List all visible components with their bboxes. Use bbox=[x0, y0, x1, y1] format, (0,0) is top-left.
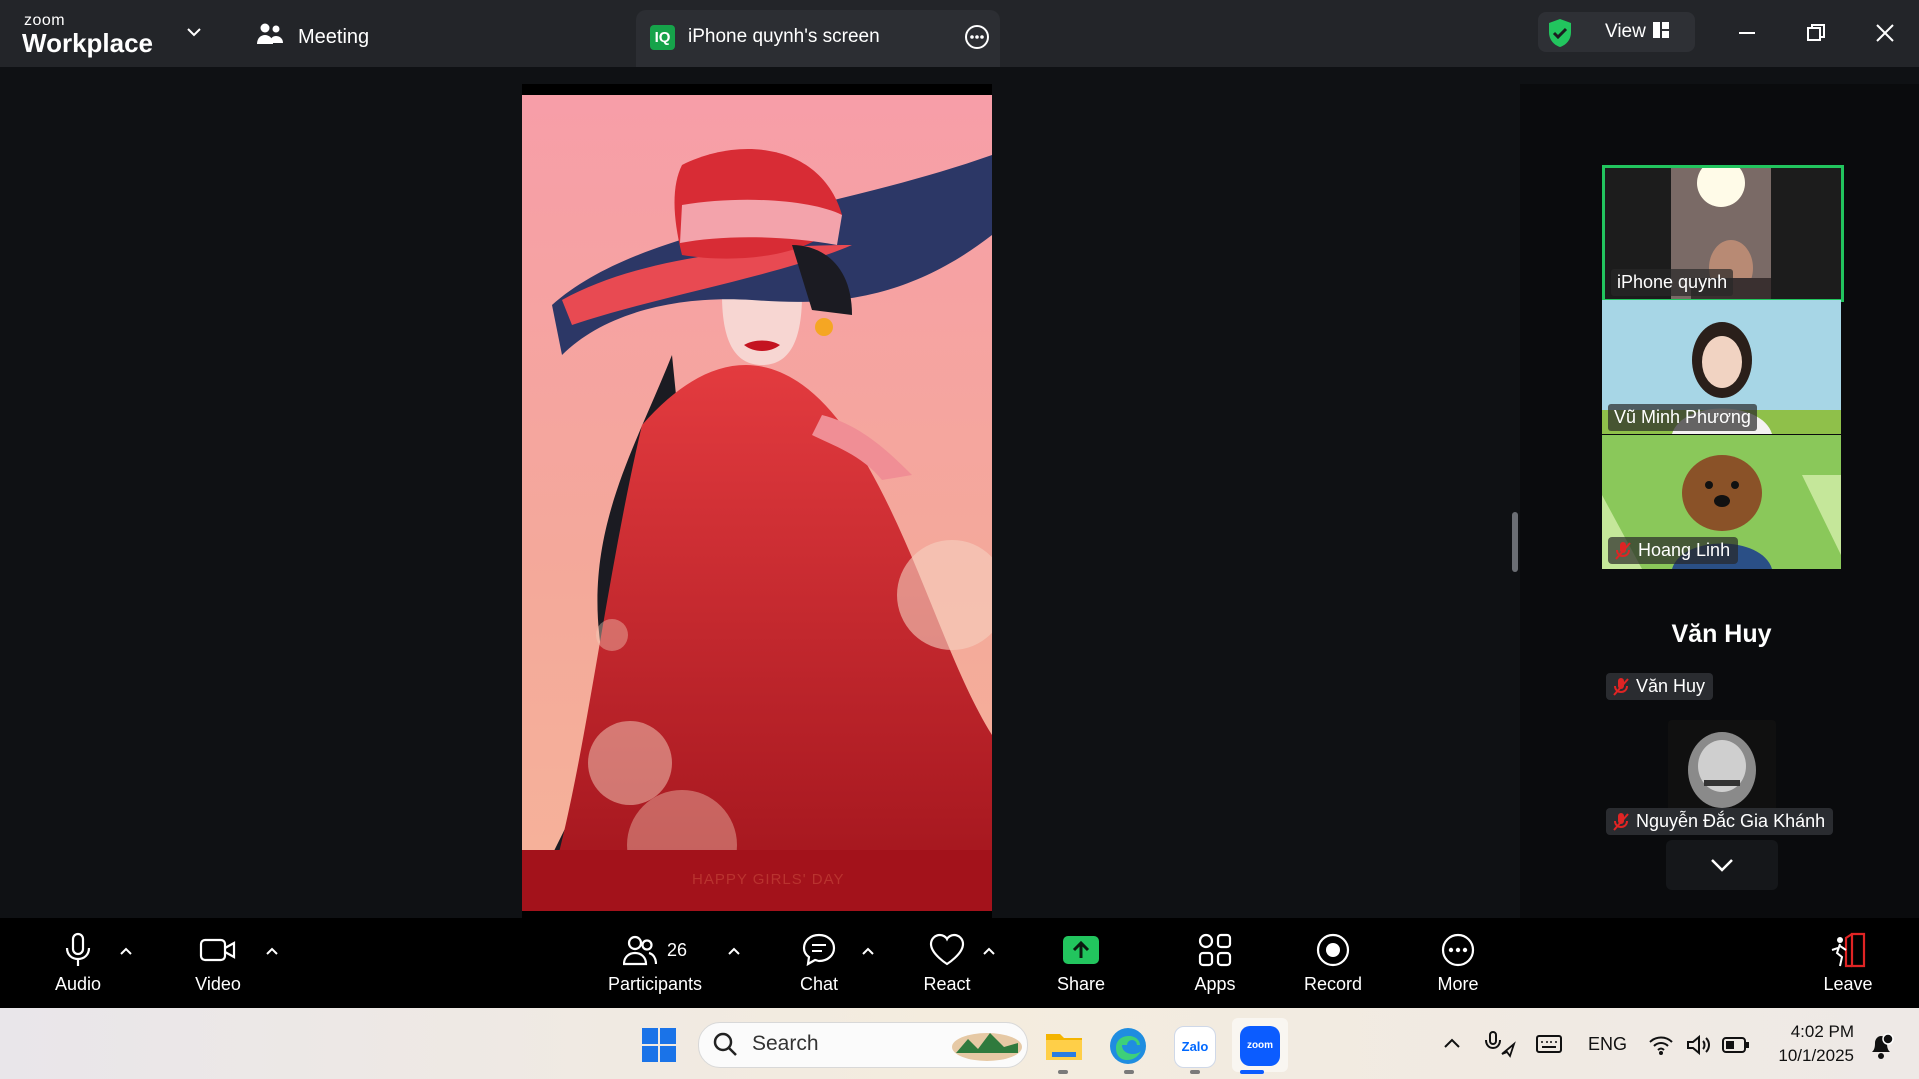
wifi-icon[interactable] bbox=[1648, 1034, 1674, 1061]
chevron-down-icon[interactable] bbox=[184, 22, 204, 42]
volume-icon[interactable] bbox=[1686, 1034, 1714, 1061]
taskbar-clock-time[interactable]: 4:02 PM bbox=[1766, 1022, 1854, 1042]
more-options-icon[interactable] bbox=[964, 24, 990, 55]
meeting-menu-label[interactable]: Meeting bbox=[298, 26, 369, 49]
record-label: Record bbox=[1303, 974, 1363, 994]
chat-bubble-icon bbox=[802, 933, 836, 967]
taskbar-search-label: Search bbox=[752, 1032, 819, 1055]
video-tile-vu-minh-phuong[interactable]: Vũ Minh Phương bbox=[1602, 300, 1841, 434]
zoom-label: zoom bbox=[1246, 1040, 1274, 1051]
leave-button[interactable]: Leave bbox=[1822, 932, 1874, 995]
video-button[interactable]: Video bbox=[188, 932, 248, 995]
share-screen-icon bbox=[1063, 936, 1099, 964]
audio-label: Audio bbox=[54, 974, 102, 994]
search-highlight-image bbox=[950, 1027, 1024, 1068]
scroll-down-button[interactable] bbox=[1666, 840, 1778, 890]
microphone-icon bbox=[65, 932, 91, 966]
participants-options-caret[interactable] bbox=[726, 944, 742, 960]
leave-label: Leave bbox=[1823, 974, 1873, 994]
apps-button[interactable]: Apps bbox=[1190, 932, 1240, 995]
explorer-running-indicator bbox=[1058, 1070, 1068, 1074]
view-grid-icon bbox=[1652, 21, 1670, 44]
chevron-down-icon bbox=[1711, 859, 1733, 872]
tile-name-label: iPhone quynh bbox=[1611, 269, 1734, 296]
participant-chip-label: Văn Huy bbox=[1636, 676, 1706, 696]
poster-caption: HAPPY GIRLS' DAY bbox=[692, 871, 845, 888]
share-initials-badge: IQ bbox=[650, 25, 675, 50]
zalo-running-indicator bbox=[1190, 1070, 1200, 1074]
mic-muted-icon bbox=[1615, 541, 1631, 560]
shared-screen-image bbox=[522, 95, 992, 911]
apps-label: Apps bbox=[1194, 974, 1236, 994]
notification-bell-icon[interactable] bbox=[1868, 1032, 1894, 1065]
apps-icon bbox=[1198, 933, 1232, 967]
edge-running-indicator bbox=[1124, 1070, 1134, 1074]
zalo-app-icon[interactable]: Zalo bbox=[1174, 1026, 1216, 1068]
close-icon[interactable] bbox=[1868, 16, 1902, 50]
zoom-running-indicator bbox=[1240, 1070, 1264, 1074]
participants-label: Participants bbox=[607, 974, 703, 994]
keyboard-icon[interactable] bbox=[1536, 1034, 1562, 1059]
participant-chip-van-huy: Văn Huy bbox=[1606, 673, 1714, 700]
react-options-caret[interactable] bbox=[981, 944, 997, 960]
video-label: Video bbox=[195, 974, 241, 994]
react-button[interactable]: React bbox=[922, 932, 972, 995]
taskbar-clock-date[interactable]: 10/1/2025 bbox=[1766, 1046, 1854, 1066]
video-tile-iphone-quynh[interactable]: iPhone quynh bbox=[1602, 165, 1844, 302]
logo-workplace: Workplace bbox=[22, 28, 154, 58]
leave-door-icon bbox=[1831, 932, 1866, 968]
chat-label: Chat bbox=[799, 974, 839, 994]
chat-options-caret[interactable] bbox=[860, 944, 876, 960]
share-button[interactable]: Share bbox=[1054, 932, 1108, 995]
record-button[interactable]: Record bbox=[1303, 932, 1363, 995]
more-dots-icon bbox=[1441, 933, 1475, 967]
tray-chevron-up-icon[interactable] bbox=[1442, 1034, 1462, 1059]
video-tile-hoang-linh[interactable]: Hoang Linh bbox=[1602, 435, 1841, 569]
tile-name-label: Hoang Linh bbox=[1638, 540, 1731, 560]
share-label: Share bbox=[1056, 974, 1106, 994]
panel-resize-handle[interactable] bbox=[1512, 512, 1518, 572]
no-video-participant-name: Văn Huy bbox=[1671, 620, 1772, 648]
edge-browser-icon[interactable] bbox=[1108, 1026, 1148, 1071]
participants-icon bbox=[622, 935, 657, 966]
file-explorer-icon[interactable] bbox=[1044, 1028, 1084, 1067]
audio-button[interactable]: Audio bbox=[50, 932, 106, 995]
more-button[interactable]: More bbox=[1433, 932, 1483, 995]
share-tab-title: iPhone quynh's screen bbox=[688, 26, 880, 47]
audio-options-caret[interactable] bbox=[118, 944, 134, 960]
react-label: React bbox=[923, 974, 971, 994]
view-label: View bbox=[1605, 21, 1646, 42]
video-camera-icon bbox=[199, 938, 236, 962]
zalo-label: Zalo bbox=[1181, 1039, 1209, 1054]
participants-button[interactable]: 26 Participants bbox=[600, 932, 710, 995]
record-icon bbox=[1316, 933, 1350, 967]
participant-avatar bbox=[1668, 720, 1776, 812]
zoom-app-icon[interactable]: zoom bbox=[1240, 1026, 1280, 1066]
language-indicator[interactable]: ENG bbox=[1588, 1034, 1627, 1055]
minimize-icon[interactable] bbox=[1730, 16, 1764, 50]
restore-icon[interactable] bbox=[1799, 16, 1833, 50]
battery-icon[interactable] bbox=[1722, 1036, 1750, 1059]
video-options-caret[interactable] bbox=[264, 944, 280, 960]
participants-count: 26 bbox=[666, 939, 688, 960]
mic-muted-icon bbox=[1613, 677, 1629, 696]
tile-name-label: Vũ Minh Phương bbox=[1608, 404, 1757, 431]
search-icon bbox=[712, 1031, 738, 1062]
participant-chip-nguyen-dac-gia-khanh: Nguyễn Đắc Gia Khánh bbox=[1606, 808, 1834, 835]
participant-chip-label: Nguyễn Đắc Gia Khánh bbox=[1636, 811, 1826, 831]
meeting-people-icon[interactable] bbox=[256, 22, 286, 53]
mic-muted-icon bbox=[1613, 812, 1629, 831]
tile-name-chip: Hoang Linh bbox=[1608, 537, 1739, 564]
security-shield-icon bbox=[1547, 18, 1573, 53]
windows-start-icon[interactable] bbox=[640, 1026, 678, 1069]
heart-icon bbox=[929, 933, 965, 966]
microphone-location-icon[interactable] bbox=[1484, 1030, 1516, 1063]
more-label: More bbox=[1437, 974, 1479, 994]
chat-button[interactable]: Chat bbox=[797, 932, 841, 995]
